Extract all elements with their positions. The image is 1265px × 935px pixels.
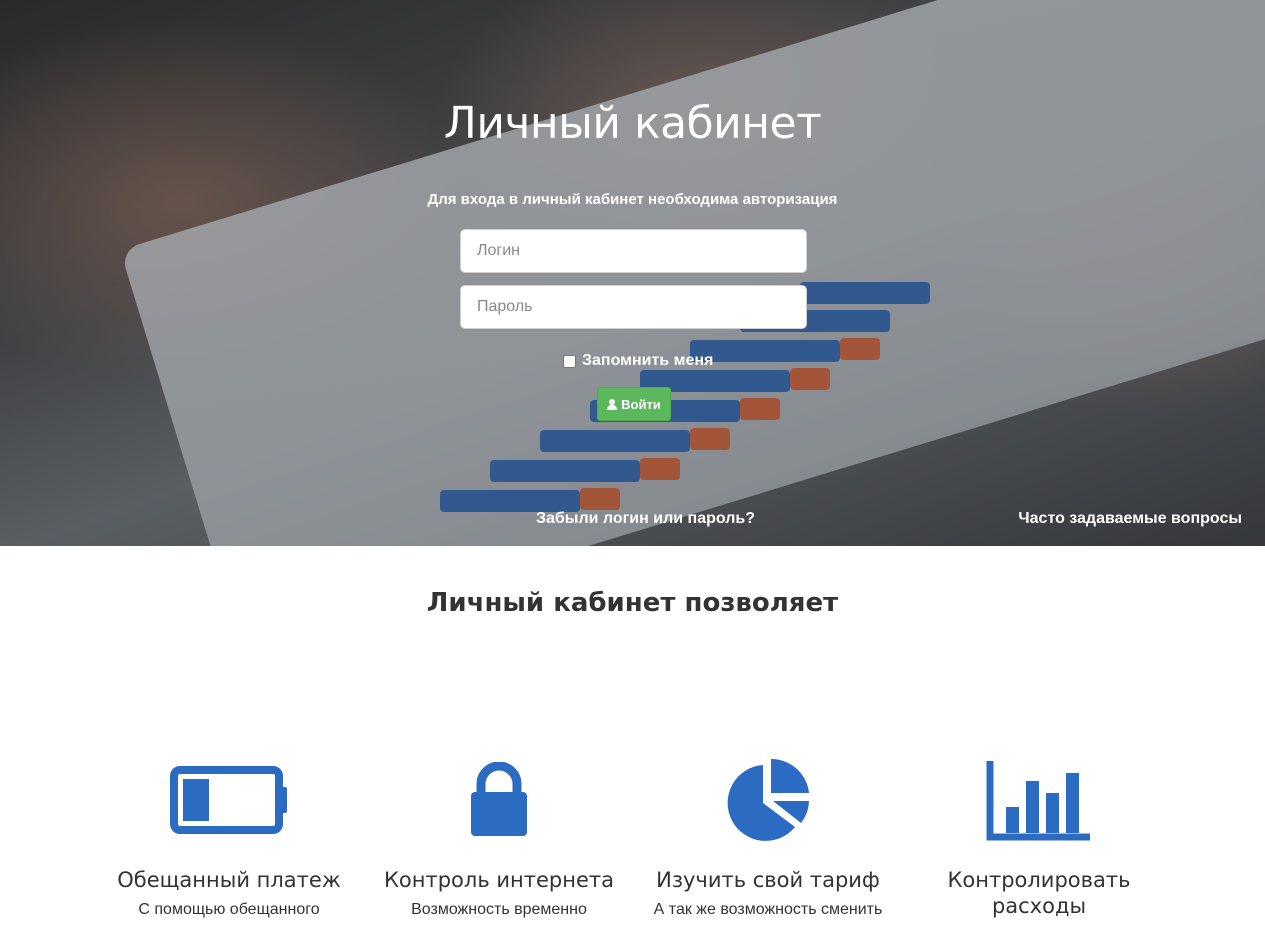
remember-me[interactable]: Запомнить меня: [563, 352, 713, 370]
auth-required-text: Для входа в личный кабинет необходима ав…: [427, 191, 838, 208]
password-input[interactable]: [460, 285, 807, 329]
feature-title: Контролировать расходы: [947, 868, 1131, 918]
battery-icon: [99, 755, 359, 845]
login-button[interactable]: Войти: [597, 387, 671, 421]
feature-text: С помощью обещанного: [138, 901, 320, 918]
pie-chart-icon: [638, 755, 898, 845]
forgot-password-link[interactable]: Забыли логин или пароль?: [536, 510, 755, 528]
page-title: Личный кабинет: [443, 98, 822, 149]
hero-banner: Личный кабинет Для входа в личный кабине…: [0, 0, 1265, 546]
faq-link[interactable]: Часто задаваемые вопросы: [1018, 510, 1242, 528]
remember-me-checkbox[interactable]: [563, 354, 576, 368]
feature-title: Контроль интернета: [384, 868, 614, 892]
user-icon: [607, 398, 618, 410]
feature-tariff: Изучить свой тариф А так же возможность …: [638, 755, 898, 919]
login-button-label: Войти: [621, 396, 661, 412]
feature-expenses: Контролировать расходы: [909, 755, 1169, 919]
feature-text: Возможность временно: [411, 901, 587, 918]
feature-title: Обещанный платеж: [117, 868, 341, 892]
feature-promised-payment: Обещанный платеж С помощью обещанного: [99, 755, 359, 919]
feature-text: А так же возможность сменить: [653, 901, 883, 918]
feature-internet-control: Контроль интернета Возможность временно: [369, 755, 629, 919]
feature-title: Изучить свой тариф: [656, 868, 880, 892]
bar-chart-icon: [909, 755, 1169, 845]
features-title: Личный кабинет позволяет: [426, 588, 839, 618]
login-input[interactable]: [460, 229, 807, 273]
lock-icon: [369, 755, 629, 845]
remember-me-label[interactable]: Запомнить меня: [582, 352, 713, 370]
